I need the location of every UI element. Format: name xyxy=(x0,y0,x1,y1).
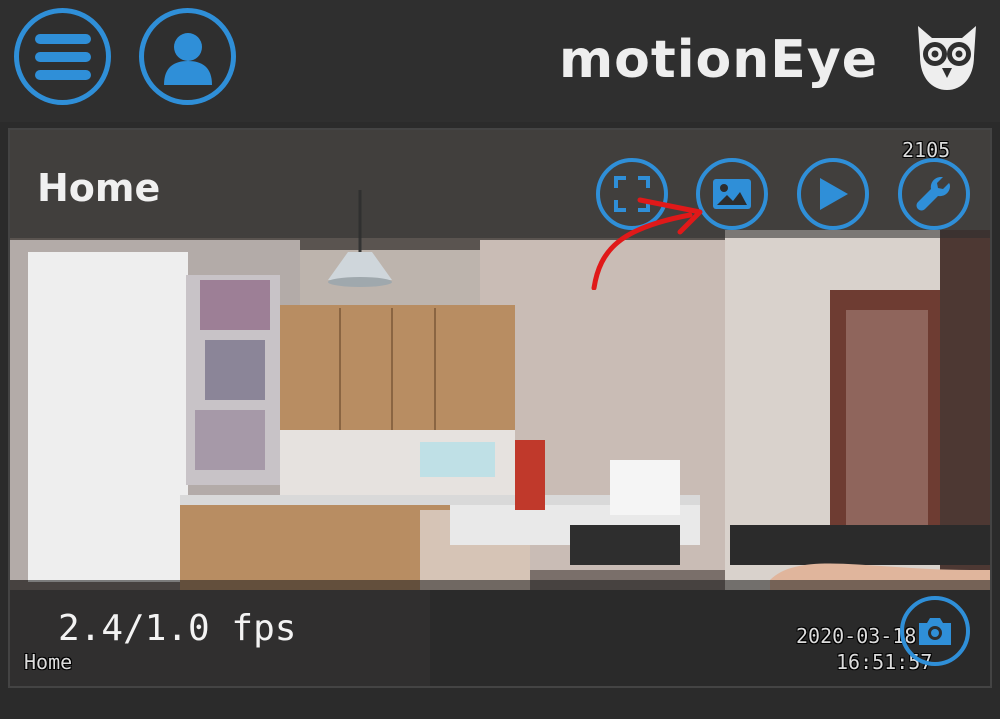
menu-icon xyxy=(34,33,91,80)
wrench-icon xyxy=(916,177,950,211)
main-menu-button[interactable] xyxy=(14,8,111,105)
play-icon xyxy=(820,178,848,210)
camera-name: Home xyxy=(37,166,161,210)
overlay-date: 2020-03-18 xyxy=(796,624,917,648)
camera-icon xyxy=(919,618,951,645)
annotation-arrow xyxy=(591,197,703,290)
user-button[interactable] xyxy=(139,8,236,105)
settings-button[interactable] xyxy=(898,158,970,230)
owl-logo xyxy=(918,26,976,90)
camera-frame: Home 2105 2.4/1.0 fps Home 2020-03-18 16… xyxy=(8,128,992,688)
user-icon xyxy=(163,32,212,85)
snapshot-button[interactable] xyxy=(900,596,970,666)
app-title: motionEye xyxy=(558,30,878,90)
pictures-icon xyxy=(713,179,751,209)
fps-indicator: 2.4/1.0 fps xyxy=(58,608,297,649)
movies-button[interactable] xyxy=(797,158,869,230)
overlay-corner-text: 2105 xyxy=(902,138,951,162)
top-bar: motionEye xyxy=(0,0,1000,122)
overlay-camera-label: Home xyxy=(24,650,73,674)
page-bottom xyxy=(0,690,1000,719)
